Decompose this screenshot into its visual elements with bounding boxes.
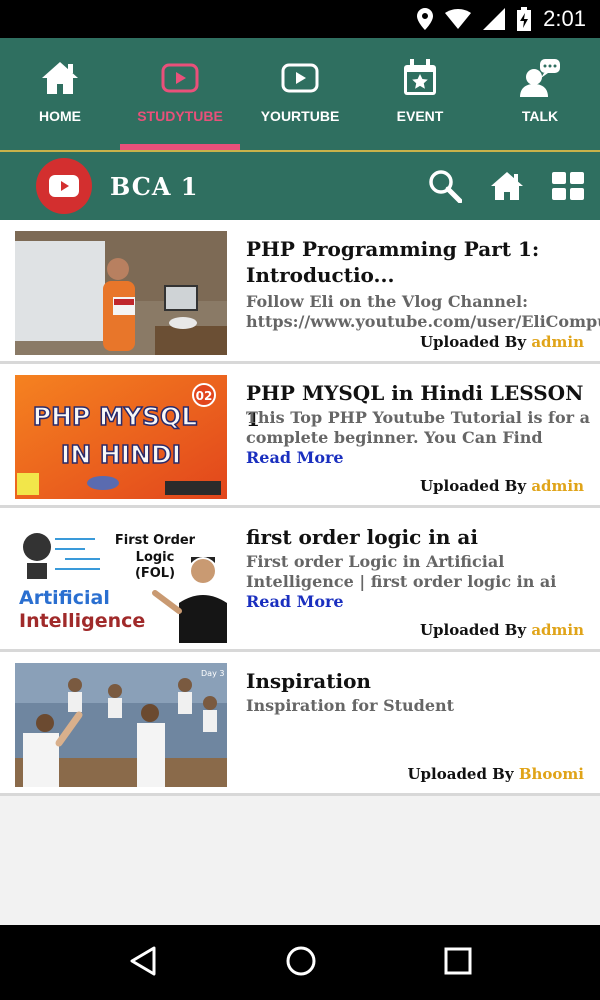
uploader-name[interactable]: admin xyxy=(531,333,584,351)
chat-person-icon xyxy=(520,58,560,98)
video-description: First order Logic in Artificial Intellig… xyxy=(246,552,591,612)
thumb-text-top2: Logic xyxy=(136,550,175,565)
description-text: Inspiration for Student xyxy=(246,696,455,715)
video-description: This Top PHP Youtube Tutorial is for a c… xyxy=(246,408,591,468)
uploader-line: Uploaded By admin xyxy=(420,477,584,495)
home-circle-icon[interactable] xyxy=(285,945,317,981)
calendar-star-icon xyxy=(402,58,438,98)
tab-label: TALK xyxy=(521,108,559,124)
tab-label: EVENT xyxy=(396,108,444,124)
read-more-link[interactable]: Read More xyxy=(246,592,344,611)
clock-time: 2:01 xyxy=(543,6,586,31)
uploader-name[interactable]: admin xyxy=(531,621,584,639)
tab-label: STUDYTUBE xyxy=(137,108,223,124)
video-list: PHP Programming Part 1: Introductio... F… xyxy=(0,220,600,796)
uploader-name[interactable]: admin xyxy=(531,477,584,495)
thumb-corner-text: Day 3 xyxy=(201,669,224,678)
tab-yourtube[interactable]: YOURTUBE xyxy=(240,38,360,150)
description-text: This Top PHP Youtube Tutorial is for a c… xyxy=(246,408,590,447)
video-thumbnail[interactable]: Day 3 xyxy=(15,663,227,787)
uploaded-by-label: Uploaded By xyxy=(407,765,514,783)
back-icon[interactable] xyxy=(128,945,158,981)
recent-apps-icon[interactable] xyxy=(444,947,472,979)
video-thumbnail[interactable] xyxy=(15,231,227,355)
cell-signal-icon xyxy=(483,8,506,30)
tab-talk[interactable]: TALK xyxy=(480,38,600,150)
list-item[interactable]: Day 3 Inspiration Inspiration for Studen… xyxy=(0,652,600,796)
uploaded-by-label: Uploaded By xyxy=(419,333,527,351)
play-button-icon xyxy=(161,58,199,98)
video-thumbnail[interactable]: PHP MYSQL IN HINDI 02 xyxy=(15,375,227,499)
tab-label: HOME xyxy=(39,108,81,124)
tab-event[interactable]: EVENT xyxy=(360,38,480,150)
description-text: Follow Eli on the Vlog Channel: https://… xyxy=(246,292,600,331)
uploader-line: Uploaded By admin xyxy=(420,621,584,639)
list-item[interactable]: PHP Programming Part 1: Introductio... F… xyxy=(0,220,600,364)
thumb-text-top3: (FOL) xyxy=(135,566,175,581)
uploaded-by-label: Uploaded By xyxy=(419,621,527,639)
tab-studytube[interactable]: STUDYTUBE xyxy=(120,38,240,150)
home-icon[interactable] xyxy=(490,171,524,201)
thumb-text-line1: PHP MYSQL xyxy=(33,402,198,431)
video-description: Follow Eli on the Vlog Channel: https://… xyxy=(246,292,600,332)
video-thumbnail[interactable]: First Order Logic (FOL) Artificial Intel… xyxy=(15,519,227,643)
video-description: Inspiration for Student xyxy=(246,696,591,716)
home-icon xyxy=(40,58,80,98)
wifi-icon xyxy=(445,9,472,29)
description-text: First order Logic in Artificial Intellig… xyxy=(246,552,557,591)
list-item[interactable]: PHP MYSQL IN HINDI 02 PHP MYSQL in Hindi… xyxy=(0,364,600,508)
page-title: BCA 1 xyxy=(110,171,199,201)
video-title[interactable]: first order logic in ai xyxy=(246,524,591,550)
search-icon[interactable] xyxy=(428,169,462,203)
grid-icon[interactable] xyxy=(552,172,584,200)
read-more-link[interactable]: Read More xyxy=(246,448,344,467)
list-item[interactable]: First Order Logic (FOL) Artificial Intel… xyxy=(0,508,600,652)
tab-home[interactable]: HOME xyxy=(0,38,120,150)
top-tab-bar: HOME STUDYTUBE YOURTUBE EVENT TALK xyxy=(0,38,600,150)
battery-charging-icon xyxy=(517,7,532,31)
play-button-icon xyxy=(281,58,319,98)
thumb-text-line2: IN HINDI xyxy=(61,440,181,469)
thumb-text-top1: First Order xyxy=(115,533,196,548)
video-title[interactable]: PHP Programming Part 1: Introductio... xyxy=(246,236,591,288)
uploader-line: Uploaded By admin xyxy=(420,333,584,351)
thumb-text-bottom2: Intelligence xyxy=(19,610,145,632)
thumb-badge: 02 xyxy=(196,389,213,403)
tab-label: YOURTUBE xyxy=(260,108,340,124)
thumb-text-bottom1: Artificial xyxy=(19,587,110,609)
system-navigation-bar xyxy=(0,925,600,1000)
youtube-logo-icon xyxy=(36,158,92,214)
channel-header: BCA 1 xyxy=(0,152,600,220)
uploaded-by-label: Uploaded By xyxy=(419,477,527,495)
location-icon xyxy=(417,8,434,30)
uploader-name[interactable]: Bhoomi xyxy=(519,765,584,783)
status-bar: 2:01 xyxy=(0,0,600,38)
video-title[interactable]: Inspiration xyxy=(246,668,591,694)
uploader-line: Uploaded By Bhoomi xyxy=(407,765,584,783)
